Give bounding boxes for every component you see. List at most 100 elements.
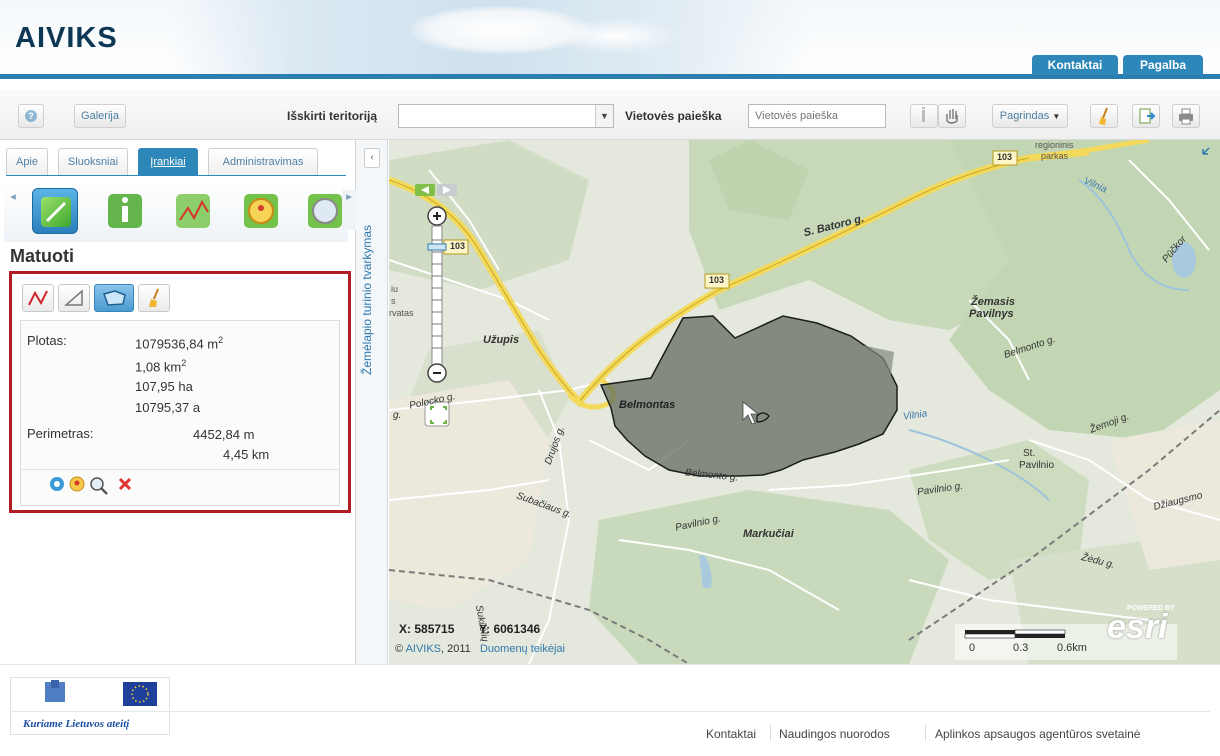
strip-right-arrow-icon[interactable]: ▸ — [342, 190, 356, 230]
chevron-down-icon[interactable]: ▼ — [595, 105, 613, 127]
scale-label-end: 0.6km — [1057, 642, 1087, 654]
map-credits: © AIVIKS, 2011 Duomenų teikėjai — [395, 643, 565, 655]
tab-administration[interactable]: Administravimas — [208, 148, 318, 176]
tool-strip: ◂ ▸ — [4, 180, 356, 242]
map-label-zemasis: Žemasis — [971, 296, 1016, 308]
area-label: Plotas: — [27, 333, 67, 348]
map-label-regioninis: regioninis — [1035, 140, 1074, 150]
locate-tool-button[interactable] — [238, 188, 284, 234]
ruler-icon — [41, 197, 71, 227]
zoom-to-icon[interactable] — [49, 476, 65, 492]
measure-title: Matuoti — [10, 246, 74, 266]
route-103-center: 103 — [709, 275, 725, 285]
coord-x: X: 585715 — [399, 622, 455, 636]
help-button[interactable]: ? — [18, 104, 44, 128]
route-103-east: 103 — [997, 152, 1013, 162]
territory-select[interactable]: ▼ — [398, 104, 614, 128]
printer-icon — [1179, 108, 1193, 125]
measure-results: Plotas: 1079536,84 m2 1,08 km2 107,95 ha… — [20, 320, 340, 506]
info-icon — [922, 107, 925, 122]
tab-about[interactable]: Apie — [6, 148, 48, 176]
area-km2-value: 1,08 km2 — [135, 358, 187, 375]
broom-icon — [149, 288, 159, 307]
gallery-button[interactable]: Galerija — [74, 104, 126, 128]
chart-icon — [176, 194, 210, 228]
strip-left-arrow-icon[interactable]: ◂ — [6, 190, 20, 230]
hand-icon — [946, 109, 958, 124]
map-label-markuciai: Markučiai — [743, 528, 794, 540]
header: AIVIKS Kontaktai Pagalba — [0, 0, 1220, 80]
aiviks-link[interactable]: AIVIKS — [406, 643, 441, 655]
perimeter-m-value: 4452,84 m — [193, 427, 255, 442]
svg-text:?: ? — [28, 111, 34, 121]
search-input[interactable] — [748, 104, 886, 128]
eu-logos-icon — [45, 680, 157, 706]
header-contacts-link[interactable]: Kontaktai — [1032, 55, 1118, 75]
measure-actions — [21, 469, 339, 499]
magnifier-icon[interactable] — [89, 476, 109, 496]
map-label-belmontas: Belmontas — [619, 399, 676, 411]
tab-tools[interactable]: Įrankiai — [138, 148, 198, 176]
print-button[interactable] — [1172, 104, 1200, 128]
caret-down-icon: ▼ — [1052, 112, 1061, 121]
map-label-uzupis: Užupis — [483, 334, 520, 346]
left-panel: Apie Sluoksniai Įrankiai Administravimas… — [0, 140, 356, 664]
footer-agency-site-link[interactable]: Aplinkos apsaugos agentūros svetainė — [935, 727, 1140, 741]
tab-underline — [6, 175, 346, 176]
map-label-pavilnys: Pavilnys — [969, 308, 1014, 320]
map-label-s: s — [391, 296, 396, 306]
measure-tool-button[interactable] — [32, 188, 78, 234]
footer-contacts-link[interactable]: Kontaktai — [706, 727, 756, 741]
territory-label: Išskirti teritoriją — [287, 109, 378, 123]
side-collapse-bar: ‹ Žemėlapio turinio tvarkymas — [356, 140, 388, 664]
measure-angle-button[interactable] — [58, 284, 90, 312]
delete-icon[interactable] — [117, 476, 133, 492]
help-icon: ? — [25, 110, 37, 122]
footer-separator — [925, 725, 926, 741]
info-tool-icon — [108, 194, 142, 228]
profile-tool-button[interactable] — [170, 188, 216, 234]
app-logo[interactable]: AIVIKS — [15, 22, 118, 55]
collapse-panel-button[interactable]: ‹ — [364, 148, 380, 168]
footer: Kuriame Lietuvos ateitį Kontaktai Naudin… — [0, 664, 1220, 756]
scale-label-mid: 0.3 — [1013, 642, 1029, 654]
basemap-label: Pagrindas — [999, 110, 1050, 122]
locate-icon[interactable] — [69, 476, 85, 492]
esri-logo[interactable]: esri — [1107, 608, 1168, 647]
page: AIVIKS Kontaktai Pagalba ? Galerija Išsk… — [0, 0, 1220, 756]
pan-button[interactable] — [938, 104, 966, 128]
measure-area-button[interactable] — [94, 284, 134, 312]
perimeter-label: Perimetras: — [27, 426, 94, 441]
perimeter-km-value: 4,45 km — [223, 447, 270, 462]
search-label: Vietovės paieška — [625, 109, 722, 123]
map-canvas[interactable] — [389, 140, 1220, 664]
measure-clear-button[interactable] — [138, 284, 170, 312]
route-103-west: 103 — [450, 241, 466, 251]
area-a-value: 10795,37 a — [135, 400, 201, 415]
map-label-station: St. — [1023, 448, 1036, 459]
export-button[interactable] — [1132, 104, 1160, 128]
toolbar: ? Galerija Išskirti teritoriją ▼ Vietovė… — [0, 90, 1220, 140]
map-view[interactable]: S. Batoro g. Užupis Polocko g. Belmontas… — [389, 140, 1220, 664]
measure-panel: Plotas: 1079536,84 m2 1,08 km2 107,95 ha… — [9, 271, 351, 513]
info-tool-button[interactable] — [102, 188, 148, 234]
identify-button[interactable] — [910, 104, 938, 128]
clear-button[interactable] — [1090, 104, 1118, 128]
area-ha-value: 107,95 ha — [135, 379, 193, 394]
map-label-parkas: parkas — [1041, 151, 1069, 161]
locate-icon — [244, 194, 278, 228]
map-label-g: g. — [393, 410, 402, 421]
basemap-dropdown[interactable]: Pagrindas ▼ — [992, 104, 1068, 128]
tab-layers[interactable]: Sluoksniai — [58, 148, 128, 176]
coord-y: Y: 6061346 — [479, 622, 541, 636]
header-help-link[interactable]: Pagalba — [1123, 55, 1203, 75]
area-m2-value: 1079536,84 m2 — [135, 335, 224, 352]
measure-line-button[interactable] — [22, 284, 54, 312]
footer-separator — [770, 725, 771, 741]
map-label-sluoksnis: rvatas — [389, 308, 414, 318]
broom-icon — [1099, 107, 1108, 125]
data-providers-link[interactable]: Duomenų teikėjai — [480, 643, 565, 655]
map-contents-label[interactable]: Žemėlapio turinio tvarkymas — [360, 180, 382, 420]
map-label-iu: iu — [391, 284, 399, 294]
footer-useful-links-link[interactable]: Naudingos nuorodos — [779, 727, 890, 741]
